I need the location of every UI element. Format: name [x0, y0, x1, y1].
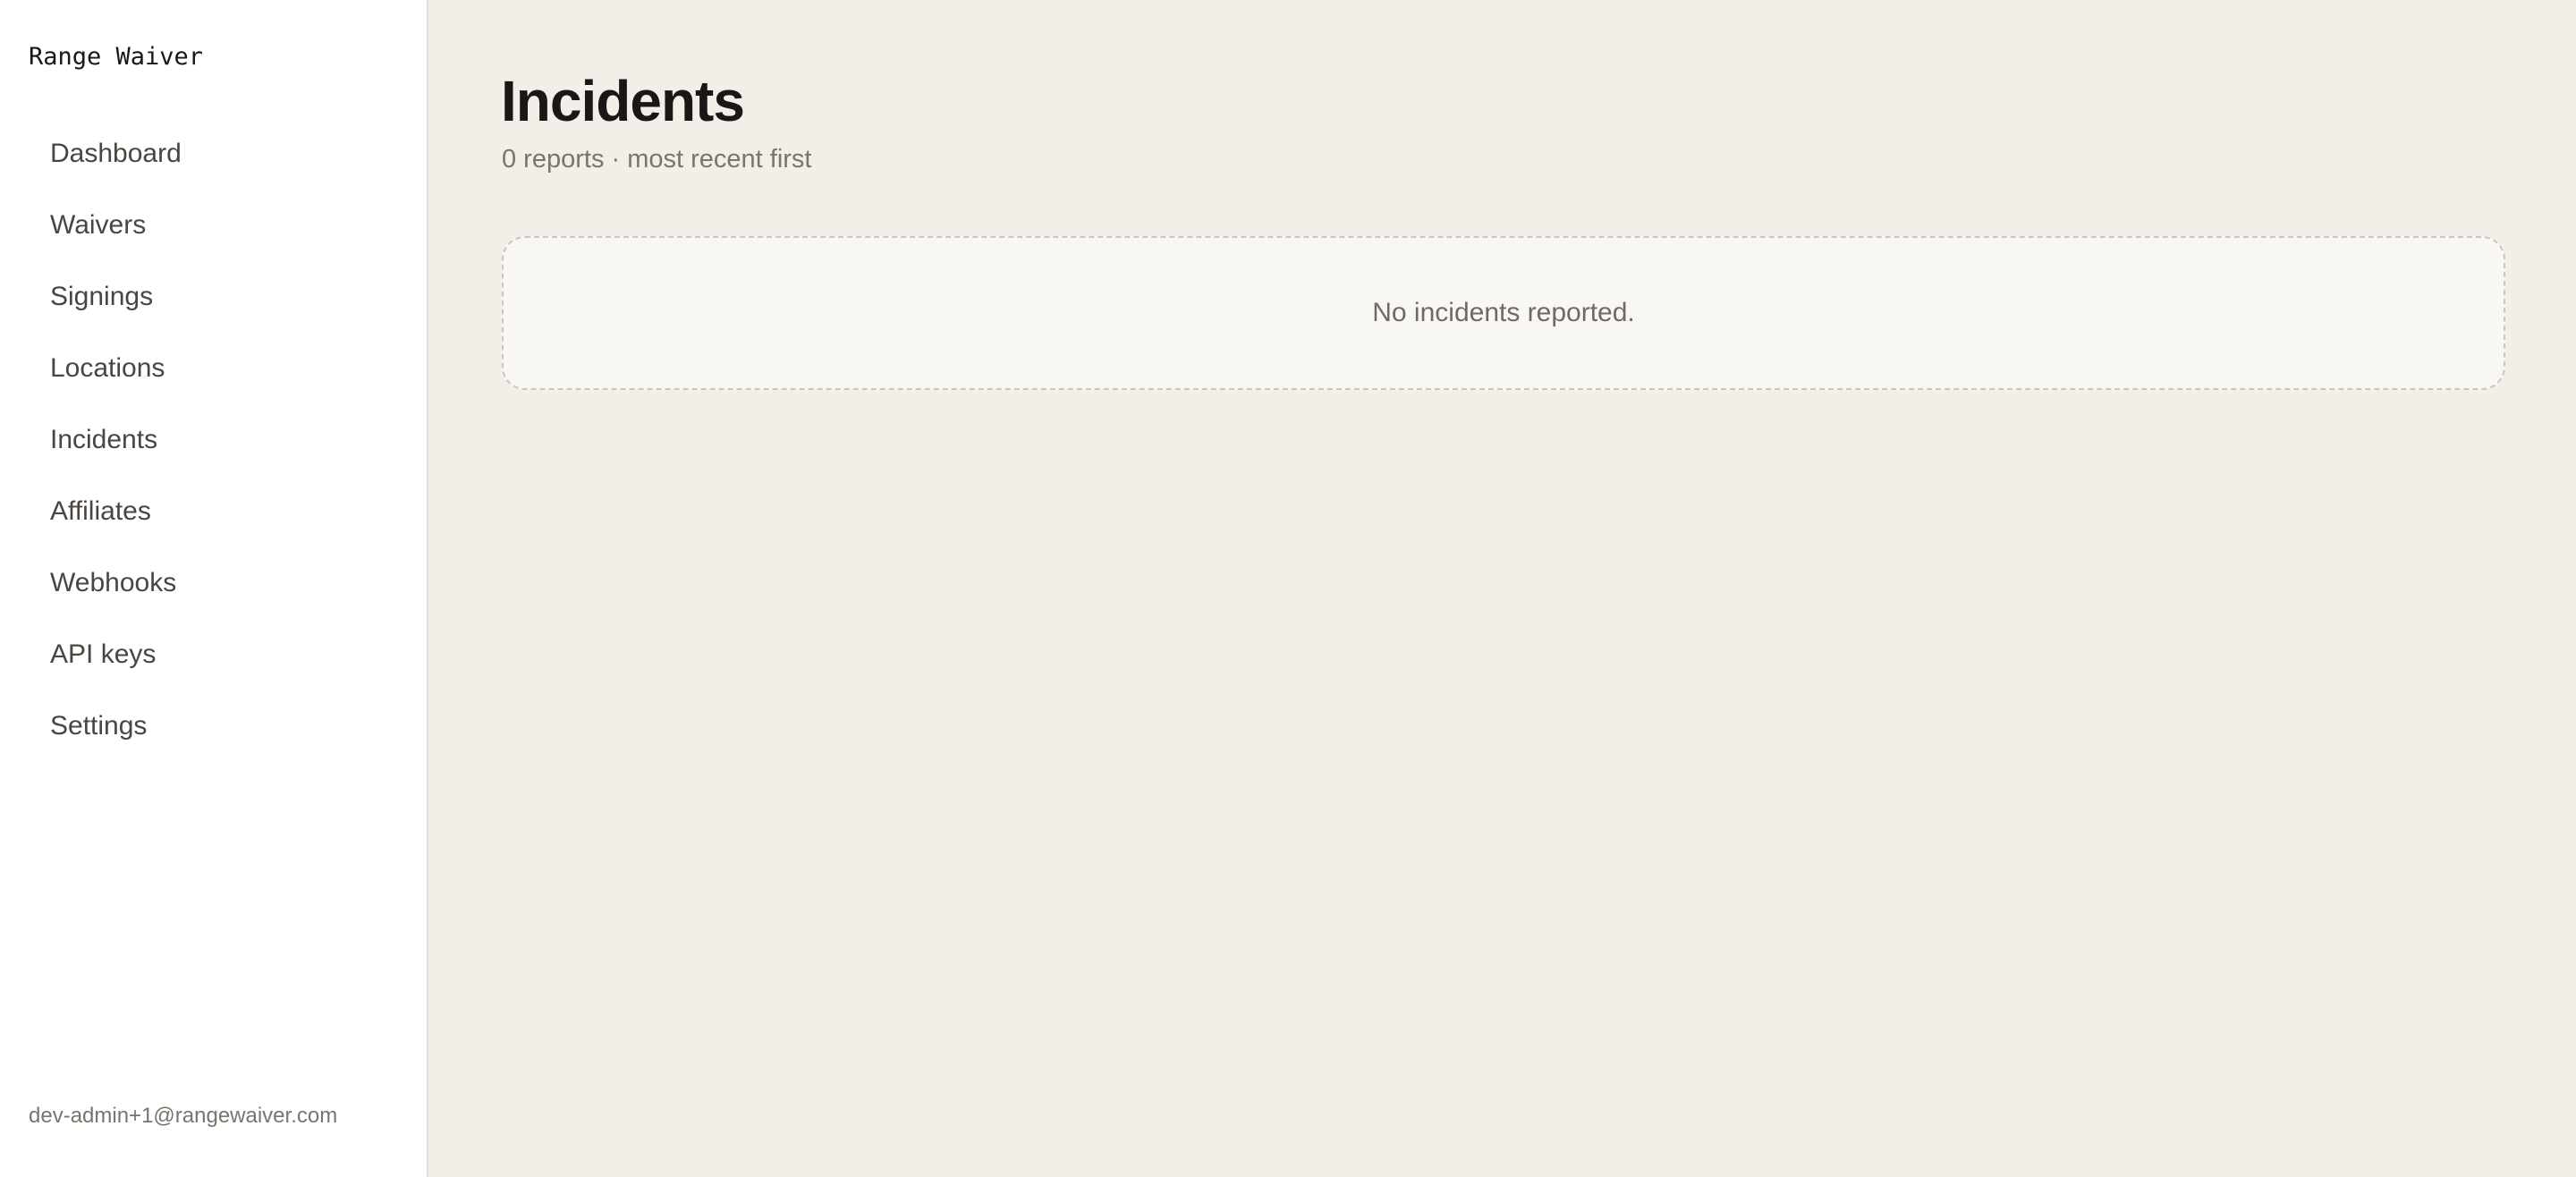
page-subtitle: 0 reports · most recent first [502, 145, 812, 174]
sidebar-item-api-keys[interactable]: API keys [29, 628, 400, 699]
sidebar-item-incidents[interactable]: Incidents [29, 413, 400, 485]
sidebar-item-waivers[interactable]: Waivers [29, 199, 400, 270]
main-content: Incidents 0 reports · most recent first … [430, 0, 2576, 1177]
brand-name[interactable]: Range Waiver [29, 43, 203, 71]
sidebar-item-signings[interactable]: Signings [29, 270, 400, 342]
sidebar-item-affiliates[interactable]: Affiliates [29, 485, 400, 556]
sidebar-item-locations[interactable]: Locations [29, 342, 400, 413]
user-email: dev-admin+1@rangewaiver.com [29, 1104, 338, 1128]
sidebar-nav: Dashboard Waivers Signings Locations Inc… [29, 127, 400, 771]
empty-state: No incidents reported. [502, 236, 2505, 390]
sidebar-item-dashboard[interactable]: Dashboard [29, 127, 400, 199]
sidebar: Range Waiver Dashboard Waivers Signings … [0, 0, 428, 1177]
page-title: Incidents [501, 69, 745, 133]
empty-state-message: No incidents reported. [1372, 298, 1635, 327]
sidebar-item-webhooks[interactable]: Webhooks [29, 556, 400, 628]
sidebar-item-settings[interactable]: Settings [29, 699, 400, 771]
